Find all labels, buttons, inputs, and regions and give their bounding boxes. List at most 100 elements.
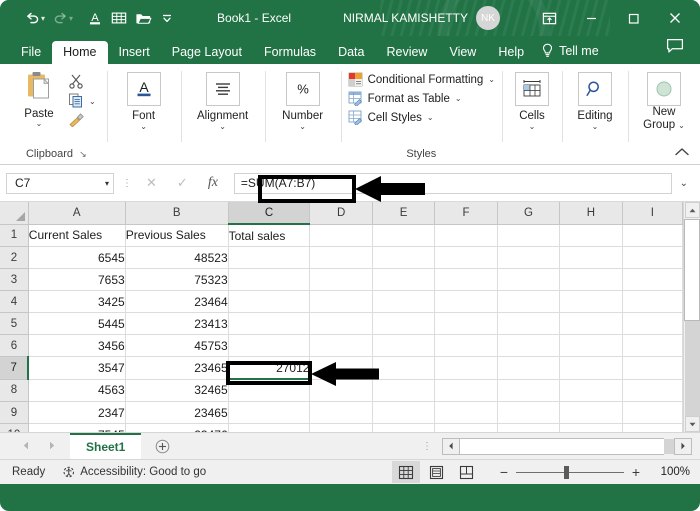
cell-c4[interactable] [228, 290, 311, 313]
tab-formulas[interactable]: Formulas [253, 41, 327, 65]
cell-b8[interactable]: 32465 [125, 379, 229, 402]
cell-a1[interactable]: Current Sales [28, 224, 126, 247]
cell-g8[interactable] [497, 379, 561, 402]
customize-qat-icon[interactable] [157, 8, 177, 28]
cell-e8[interactable] [372, 379, 436, 402]
cell-a9[interactable]: 2347 [28, 401, 126, 424]
cell-h7[interactable] [559, 356, 623, 380]
zoom-level[interactable]: 100% [644, 466, 690, 478]
vertical-scroll-track[interactable] [684, 321, 700, 416]
cell-b1[interactable]: Previous Sales [125, 224, 229, 247]
format-as-table-caret[interactable]: ⌄ [455, 94, 462, 103]
cell-e10[interactable] [372, 423, 436, 432]
number-caret[interactable]: ⌄ [299, 122, 306, 131]
cell-f8[interactable] [434, 379, 498, 402]
page-layout-view-button[interactable] [422, 461, 450, 483]
cell-f6[interactable] [434, 334, 498, 357]
col-header-e[interactable]: E [372, 202, 436, 225]
horizontal-scroll-thumb[interactable] [460, 437, 664, 455]
cell-d10[interactable] [309, 423, 373, 432]
cell-h8[interactable] [559, 379, 623, 402]
cell-h4[interactable] [559, 290, 623, 313]
cell-d4[interactable] [309, 290, 373, 313]
cell-f4[interactable] [434, 290, 498, 313]
cell-i10[interactable] [622, 423, 684, 432]
tab-review[interactable]: Review [375, 41, 438, 65]
minimize-button[interactable] [570, 3, 612, 33]
cells-button[interactable]: Cells ⌄ [509, 68, 555, 131]
cell-d3[interactable] [309, 268, 373, 291]
alignment-caret[interactable]: ⌄ [219, 122, 226, 131]
cell-b9[interactable]: 23465 [125, 401, 229, 424]
tab-insert[interactable]: Insert [108, 41, 161, 65]
cell-d1[interactable] [309, 224, 373, 247]
cell-e1[interactable] [372, 224, 436, 247]
col-header-i[interactable]: I [622, 202, 684, 225]
cell-f3[interactable] [434, 268, 498, 291]
cell-c9[interactable] [228, 401, 311, 424]
vertical-scrollbar[interactable] [683, 202, 700, 432]
undo-dropdown-caret[interactable]: ▾ [41, 15, 45, 23]
new-group-caret[interactable]: ⌄ [678, 121, 685, 130]
col-header-f[interactable]: F [434, 202, 498, 225]
cell-a7[interactable]: 3547 [28, 356, 126, 380]
name-box[interactable]: C7 ▾ [6, 172, 114, 194]
cell-e3[interactable] [372, 268, 436, 291]
cell-b4[interactable]: 23464 [125, 290, 229, 313]
sheet-prev-button[interactable] [22, 441, 30, 452]
cell-c5[interactable] [228, 312, 311, 335]
row-header-6[interactable]: 6 [0, 334, 29, 357]
cell-f7[interactable] [434, 356, 498, 380]
tab-file[interactable]: File [10, 41, 52, 65]
row-header-5[interactable]: 5 [0, 312, 29, 335]
cell-g3[interactable] [497, 268, 561, 291]
conditional-formatting-caret[interactable]: ⌄ [488, 75, 495, 84]
cell-e2[interactable] [372, 246, 436, 269]
cell-a5[interactable]: 5445 [28, 312, 126, 335]
cell-a3[interactable]: 7653 [28, 268, 126, 291]
name-box-caret[interactable]: ▾ [105, 179, 109, 188]
cell-g10[interactable] [497, 423, 561, 432]
add-sheet-button[interactable] [141, 433, 184, 459]
cell-g9[interactable] [497, 401, 561, 424]
cell-c1[interactable]: Total sales [228, 224, 311, 247]
cell-e7[interactable] [372, 356, 436, 380]
account-name[interactable]: NIRMAL KAMISHETTY [343, 11, 468, 25]
cell-e5[interactable] [372, 312, 436, 335]
editing-caret[interactable]: ⌄ [592, 122, 599, 131]
cell-b6[interactable]: 45753 [125, 334, 229, 357]
col-header-c[interactable]: C [228, 202, 311, 225]
paste-button[interactable]: Paste ⌄ [13, 68, 65, 128]
paste-caret[interactable]: ⌄ [36, 120, 43, 128]
number-button[interactable]: % Number ⌄ [272, 68, 334, 131]
redo-icon[interactable]: ▾ [50, 8, 76, 29]
comment-icon[interactable] [666, 38, 684, 64]
cell-b5[interactable]: 23413 [125, 312, 229, 335]
horizontal-scroll-track[interactable] [664, 438, 674, 454]
close-button[interactable] [654, 3, 696, 33]
avatar[interactable]: NK [475, 6, 500, 30]
copy-button[interactable]: ⌄ [68, 92, 96, 108]
maximize-button[interactable] [612, 3, 654, 33]
ribbon-display-options-icon[interactable] [528, 3, 570, 33]
font-color-icon[interactable]: A [84, 7, 106, 29]
editing-button[interactable]: Editing ⌄ [569, 68, 621, 131]
formula-bar-grip[interactable]: ⋮ [114, 178, 140, 189]
new-group-button[interactable]: New Group ⌄ [635, 68, 693, 132]
row-header-4[interactable]: 4 [0, 290, 29, 313]
cut-button[interactable] [68, 73, 84, 89]
cell-f5[interactable] [434, 312, 498, 335]
col-header-b[interactable]: B [125, 202, 229, 225]
tab-page-layout[interactable]: Page Layout [161, 41, 253, 65]
borders-grid-icon[interactable] [108, 8, 130, 28]
cell-h10[interactable] [559, 423, 623, 432]
cell-i9[interactable] [622, 401, 684, 424]
format-as-table-button[interactable]: Format as Table ⌄ [348, 91, 495, 106]
cell-styles-caret[interactable]: ⌄ [427, 113, 434, 122]
cell-f9[interactable] [434, 401, 498, 424]
cell-b2[interactable]: 48523 [125, 246, 229, 269]
tell-me-box[interactable]: Tell me [541, 43, 599, 64]
cells-caret[interactable]: ⌄ [529, 122, 536, 131]
cell-c2[interactable] [228, 246, 311, 269]
scroll-down-button[interactable] [684, 416, 700, 432]
